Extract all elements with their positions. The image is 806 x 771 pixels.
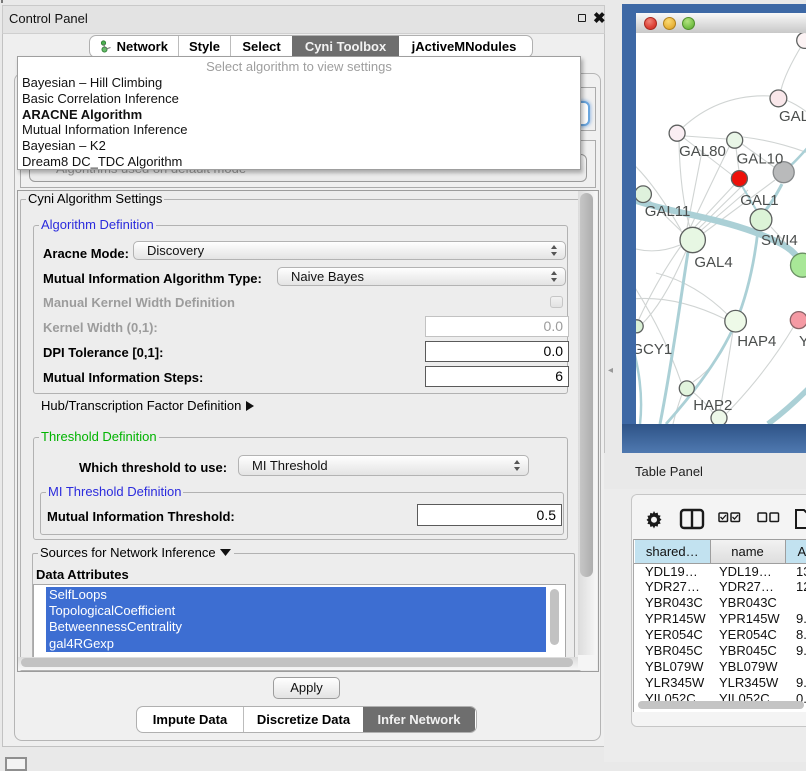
svg-text:GAL1: GAL1 xyxy=(740,192,778,209)
svg-text:GAL11: GAL11 xyxy=(645,203,691,220)
svg-text:SWI4: SWI4 xyxy=(761,232,798,249)
svg-text:HAP4: HAP4 xyxy=(737,333,776,350)
svg-text:GAL2: GAL2 xyxy=(779,108,806,125)
svg-text:GAL10: GAL10 xyxy=(737,151,784,168)
svg-text:Y: Y xyxy=(799,333,806,350)
svg-text:GAL80: GAL80 xyxy=(679,143,726,160)
svg-text:HAP2: HAP2 xyxy=(693,397,732,414)
svg-text:GCY1: GCY1 xyxy=(636,341,672,358)
svg-text:GAL4: GAL4 xyxy=(694,254,732,271)
